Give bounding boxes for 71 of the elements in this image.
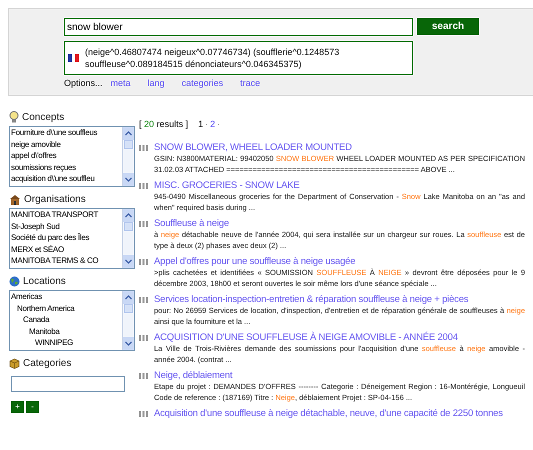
list-item[interactable]: MANITOBA TRANSPORT [11, 209, 122, 220]
list-item[interactable]: Manitoba [11, 326, 122, 337]
scroll-up-icon[interactable] [125, 295, 132, 300]
list-item[interactable]: Northern America [11, 302, 122, 314]
options-label: Options... [64, 77, 103, 90]
list-item[interactable]: WINNIPEG [11, 337, 122, 348]
expanded-query: (neige^0.46807474 neigeux^0.07746734) (soufflerie^0.1248573 souffleuse^0.089184515 dénonciateurs^0.046345375) [85, 46, 340, 70]
list-item[interactable]: St-Joseph Sud [11, 220, 122, 232]
add-button[interactable]: + [11, 401, 24, 413]
option-link[interactable]: categories [182, 77, 224, 91]
list-item[interactable]: MERX et SÉAO [11, 244, 122, 255]
page-link[interactable]: 2 [210, 118, 216, 132]
option-link[interactable]: meta [110, 77, 131, 91]
box-icon [9, 358, 20, 368]
scroll-up-icon[interactable] [125, 131, 132, 136]
result-link[interactable]: Souffleuse à neige [154, 218, 525, 230]
scroll-down-icon[interactable] [125, 177, 132, 182]
result-link[interactable]: MISC. GROCERIES - SNOW LAKE [154, 180, 525, 192]
result-link[interactable]: Appel d'offres pour une souffleuse à neige usagée [154, 256, 525, 268]
scrollbar-thumb[interactable] [124, 304, 133, 313]
page-separator: · [205, 118, 208, 132]
bars-icon [139, 183, 148, 189]
list-item[interactable]: acquisition d\'une souffleu [11, 173, 122, 184]
result-link[interactable]: Services location-inspection-entretien & réparation souffleuse à neige + pièces [154, 294, 525, 306]
list-item[interactable]: Fourniture d\'une souffleus [11, 127, 122, 138]
list-item[interactable]: MANITOBA TERMS & CO [11, 255, 122, 266]
section-title: Organisations [24, 192, 86, 206]
page-link[interactable]: 1 [198, 118, 204, 132]
categories-field[interactable] [11, 376, 125, 392]
scroll-up-icon[interactable] [125, 213, 132, 218]
list-item[interactable]: Société du parc des Îles [11, 232, 122, 244]
results-count: [ 20 results ] [139, 118, 188, 132]
bars-icon [139, 373, 148, 379]
listbox[interactable]: MANITOBA TRANSPORT St-Joseph Sud Société du parc des Îles MERX et SÉAO MANITOBA TERMS & CO [9, 208, 135, 269]
listbox[interactable]: Fourniture d\'une souffleus neige amovible appel d\'offres soumissions reçues acquisition d\'une souffleu [9, 126, 135, 187]
page-separator: · [217, 118, 220, 132]
section-title: Categories [23, 356, 72, 370]
option-link[interactable]: trace [240, 77, 260, 91]
scrollbar-thumb[interactable] [124, 140, 133, 149]
search-field[interactable]: snow blower [64, 18, 413, 36]
scrollbar[interactable] [122, 209, 134, 268]
list-item[interactable]: Americas [11, 291, 122, 302]
bars-icon [139, 221, 148, 227]
scrollbar[interactable] [122, 291, 134, 350]
result-link[interactable]: SNOW BLOWER, WHEEL LOADER MOUNTED [154, 142, 525, 154]
scrollbar-thumb[interactable] [124, 222, 133, 231]
scrollbar[interactable] [122, 127, 134, 186]
building-icon [9, 194, 21, 204]
scroll-down-icon[interactable] [125, 341, 132, 346]
bars-icon [139, 259, 148, 265]
search-button[interactable]: search [417, 18, 479, 35]
list-item[interactable]: neige amovible [11, 138, 122, 150]
list-item[interactable]: Canada [11, 314, 122, 326]
lightbulb-icon [9, 111, 19, 123]
bars-icon [139, 335, 148, 341]
result-link[interactable]: Neige, déblaiement [154, 370, 525, 382]
list-item[interactable]: appel d\'offres [11, 150, 122, 162]
option-link[interactable]: lang [148, 77, 165, 91]
scroll-down-icon[interactable] [125, 259, 132, 264]
list-item[interactable]: soumissions reçues [11, 162, 122, 173]
remove-button[interactable]: - [26, 401, 39, 413]
bars-icon [139, 145, 148, 151]
result-link[interactable]: ACQUISITION D'UNE SOUFFLEUSE À NEIGE AMOVIBLE - ANNÉE 2004 [154, 332, 525, 344]
section-title: Concepts [22, 110, 64, 124]
flag-icon [68, 54, 79, 62]
globe-icon [9, 276, 20, 286]
section-title: Locations [23, 274, 66, 288]
result-link[interactable]: Acquisition d'une souffleuse à neige détachable, neuve, d'une capacité de 2250 tonnes [154, 408, 503, 420]
bars-icon [139, 411, 148, 417]
listbox[interactable]: Americas Northern America Canada Manitoba WINNIPEG [9, 290, 135, 351]
bars-icon [139, 297, 148, 303]
